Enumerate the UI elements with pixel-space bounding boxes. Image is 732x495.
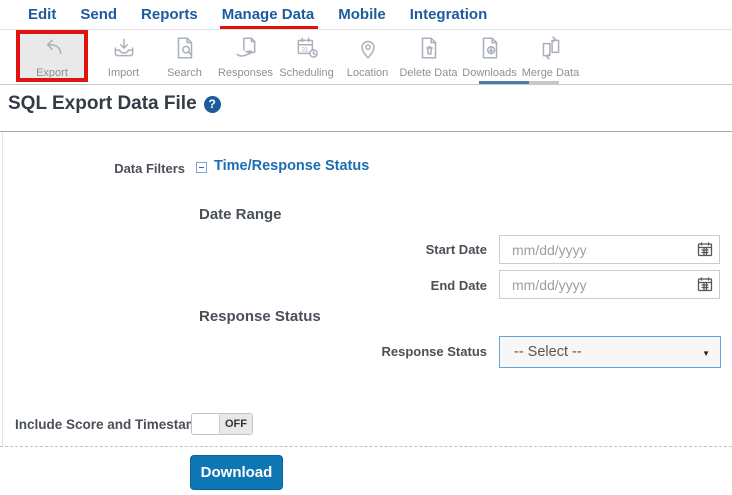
end-date-input[interactable] [499, 270, 720, 299]
response-status-heading: Response Status [199, 308, 321, 325]
toolbar-item-label: Scheduling [279, 67, 334, 79]
toolbar-item-location[interactable]: Location [337, 30, 398, 79]
toolbar-item-label: Merge Data [521, 67, 580, 79]
menu-item-send[interactable]: Send [80, 6, 117, 23]
scrollbar-track [529, 81, 559, 84]
toolbar-item-export[interactable]: Export [16, 30, 88, 82]
menu-item-integration[interactable]: Integration [410, 6, 488, 23]
include-score-toggle[interactable]: OFF [191, 413, 253, 435]
start-date-field [499, 235, 720, 264]
toolbar-item-label: Downloads [462, 67, 517, 79]
start-date-input[interactable] [499, 235, 720, 264]
chevron-down-icon: ▼ [702, 349, 710, 358]
menu-item-reports[interactable]: Reports [141, 6, 198, 23]
toolbar-item-label: Search [167, 67, 202, 79]
import-icon [111, 35, 137, 66]
export-icon [39, 35, 65, 66]
calendar-icon[interactable] [697, 241, 713, 257]
help-icon[interactable]: ? [203, 95, 221, 113]
toolbar-item-import[interactable]: Import [93, 30, 154, 79]
toolbar-item-label: Delete Data [399, 67, 458, 79]
toolbar-item-search[interactable]: Search [154, 30, 215, 79]
toolbar-item-responses[interactable]: Responses [215, 30, 276, 79]
page-title: SQL Export Data File [8, 93, 197, 114]
manage-data-toolbar: Export Import Search Responses 31 Schedu… [0, 30, 732, 85]
toggle-knob [192, 414, 220, 434]
scheduling-icon: 31 [294, 35, 320, 66]
toolbar-item-label: Export [36, 67, 68, 79]
toolbar-item-downloads[interactable]: Downloads [459, 30, 520, 79]
search-icon [172, 35, 198, 66]
menu-item-mobile[interactable]: Mobile [338, 6, 386, 23]
downloads-icon [477, 35, 503, 66]
svg-text:31: 31 [301, 47, 308, 53]
toolbar-item-label: Import [107, 67, 140, 79]
end-date-field [499, 270, 720, 299]
include-score-label: Include Score and Timestamp [15, 417, 207, 432]
minus-square-icon[interactable] [196, 162, 207, 173]
calendar-icon[interactable] [697, 276, 713, 292]
start-date-label: Start Date [425, 242, 487, 257]
export-form-panel: Data Filters Time/Response Status Date R… [0, 131, 732, 447]
response-status-label: Response Status [381, 344, 487, 359]
data-filters-label: Data Filters [114, 161, 185, 176]
toggle-state-label: OFF [220, 414, 252, 434]
menu-item-edit[interactable]: Edit [28, 6, 56, 23]
sql-export-page: Edit Send Reports Manage Data Mobile Int… [0, 0, 732, 495]
toolbar-item-label: Responses [217, 67, 274, 79]
response-status-selected-value: -- Select -- [514, 344, 582, 360]
delete-data-icon [416, 35, 442, 66]
main-menu: Edit Send Reports Manage Data Mobile Int… [0, 0, 732, 30]
responses-icon [233, 35, 259, 66]
toolbar-scrollbar[interactable] [479, 81, 559, 84]
toolbar-item-scheduling[interactable]: 31 Scheduling [276, 30, 337, 79]
toolbar-item-merge-data[interactable]: Merge Data [520, 30, 581, 79]
scrollbar-thumb[interactable] [479, 81, 529, 84]
toolbar-item-label: Location [346, 67, 389, 79]
menu-item-manage-data[interactable]: Manage Data [219, 6, 318, 29]
date-range-heading: Date Range [199, 206, 282, 223]
location-icon [355, 35, 381, 66]
response-status-select[interactable]: -- Select -- ▼ [499, 336, 721, 368]
download-button[interactable]: Download [190, 455, 283, 490]
end-date-label: End Date [430, 278, 487, 293]
page-header: SQL Export Data File ? [8, 93, 221, 115]
merge-data-icon [538, 35, 564, 66]
toolbar-item-delete-data[interactable]: Delete Data [398, 30, 459, 79]
time-response-status-link[interactable]: Time/Response Status [214, 158, 369, 174]
